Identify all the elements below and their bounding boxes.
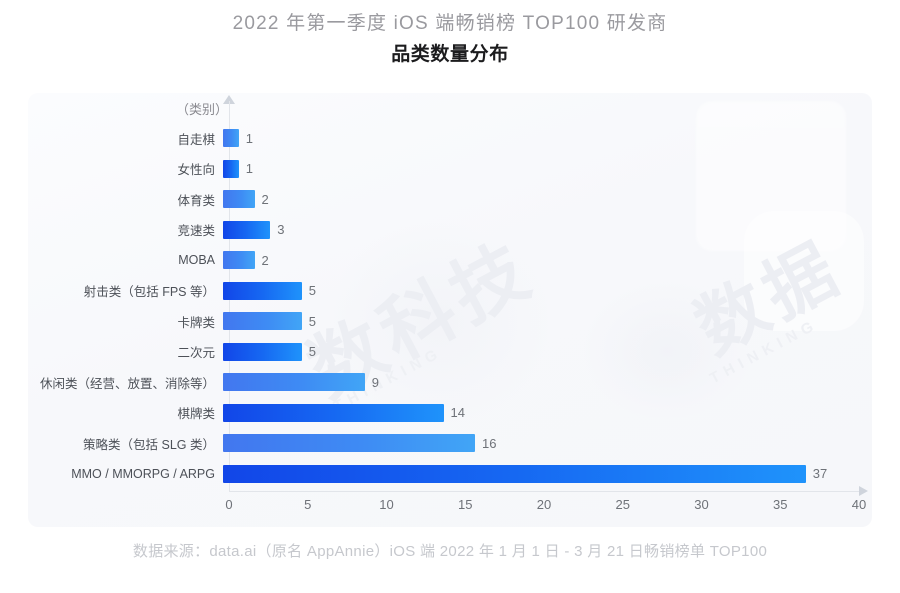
bar-value-label: 1 [245,130,253,146]
x-tick-label: 25 [615,497,630,512]
bar-category-label: MMO / MMORPG / ARPG [71,466,215,481]
plot-area: （类别） 自走棋 1 女性向 1 体育类 2 竞速类 3 MOBA 2 射击类（包括 FPS 等） 5… [28,93,872,527]
bar-category-label: 竞速类 [177,224,215,239]
bar-value-label: 5 [308,344,316,360]
bar-track: 37 [223,459,872,490]
bar[interactable] [223,251,255,270]
x-tick-label: 35 [773,497,788,512]
bar-category-label: 休闲类（经营、放置、消除等） [39,376,215,391]
bar-row: 策略类（包括 SLG 类） 16 [28,428,872,459]
x-tick-label: 30 [694,497,709,512]
bar-value-label: 5 [308,283,316,299]
bar-value-label: 14 [450,405,465,421]
x-tick-label: 20 [536,497,552,512]
bar[interactable] [223,464,806,483]
bar-row: MMO / MMORPG / ARPG 37 [28,459,872,490]
source-note: 数据来源：data.ai（原名 AppAnnie）iOS 端 2022 年 1 … [132,543,768,560]
y-axis-caption: （类别） [175,102,228,117]
x-tick-label: 0 [225,497,233,512]
bar-track: 3 [223,215,872,246]
bar-track: 5 [223,337,872,368]
bar-row: 卡牌类 5 [28,306,872,337]
bar-category-label: 棋牌类 [177,407,215,422]
bar-row: 二次元 5 [28,337,872,368]
bar[interactable] [223,312,302,331]
bar-value-label: 1 [245,161,253,177]
bar[interactable] [223,190,255,209]
x-axis-line [229,491,859,492]
page-subtitle: 品类数量分布 [391,44,509,65]
bar-value-label: 2 [261,191,269,207]
bar[interactable] [223,281,302,300]
bar-value-label: 2 [261,252,269,268]
bar[interactable] [223,434,475,453]
chart-header: 2022 年第一季度 iOS 端畅销榜 TOP100 研发商 品类数量分布 [0,0,900,70]
bar-row: 棋牌类 14 [28,398,872,429]
bar[interactable] [223,220,271,239]
bar-row: 女性向 1 [28,154,872,185]
bar-row: 竞速类 3 [28,215,872,246]
bar-rows: 自走棋 1 女性向 1 体育类 2 竞速类 3 MOBA 2 射击类（包括 FPS 等） 5 卡牌类 5 二… [28,123,872,489]
bar-track: 5 [223,306,872,337]
bar-category-label: 卡牌类 [177,315,215,330]
bar-category-label: 射击类（包括 FPS 等） [83,285,215,300]
bar-track: 16 [223,428,872,459]
bar[interactable] [223,159,239,178]
bar-category-label: 策略类（包括 SLG 类） [83,437,215,452]
bar-value-label: 3 [277,222,285,238]
bar-row: 体育类 2 [28,184,872,215]
bar[interactable] [223,129,239,148]
bar-value-label: 37 [812,466,828,482]
page-title: 2022 年第一季度 iOS 端畅销榜 TOP100 研发商 [232,13,668,34]
bar-value-label: 5 [308,313,316,329]
bar-track: 2 [223,245,872,276]
bar-track: 1 [223,123,872,154]
x-tick-label: 10 [379,497,394,512]
bar-row: 自走棋 1 [28,123,872,154]
bar-category-label: MOBA [178,253,215,268]
bar[interactable] [223,403,444,422]
bar[interactable] [223,342,302,361]
bar-track: 1 [223,154,872,185]
bar-category-label: 二次元 [177,346,215,361]
x-tick-label: 15 [458,497,473,512]
x-tick-label: 40 [851,497,867,512]
bar-row: MOBA 2 [28,245,872,276]
bar-value-label: 16 [482,435,497,451]
bar-track: 9 [223,367,872,398]
chart-panel: 数科技 数据 THINKING THINKING （类别） 自走棋 1 女性向 1 体育… [28,93,872,527]
bar-row: 射击类（包括 FPS 等） 5 [28,276,872,307]
x-axis-ticks: 0 5 10 15 20 25 30 35 40 [225,497,866,517]
bar-track: 5 [223,276,872,307]
bar[interactable] [223,373,365,392]
x-tick-label: 5 [304,497,312,512]
bar-value-label: 9 [371,374,379,390]
bar-track: 2 [223,184,872,215]
bar-category-label: 自走棋 [177,132,215,147]
bar-track: 14 [223,398,872,429]
bar-category-label: 女性向 [177,163,215,178]
bar-category-label: 体育类 [177,193,215,208]
bar-row: 休闲类（经营、放置、消除等） 9 [28,367,872,398]
